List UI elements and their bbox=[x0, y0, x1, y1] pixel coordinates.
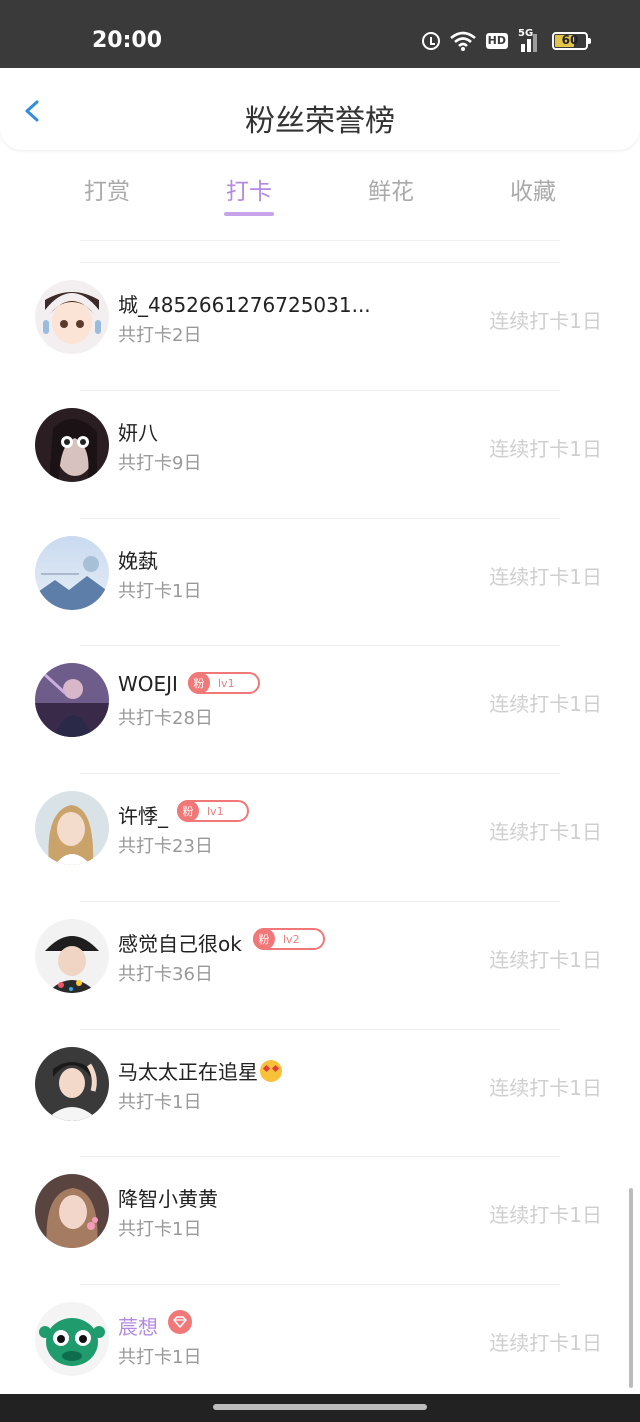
scrollbar[interactable] bbox=[629, 1188, 633, 1388]
streak-text: 连续打卡1日 bbox=[489, 692, 602, 716]
avatar[interactable] bbox=[35, 919, 109, 993]
avatar[interactable] bbox=[35, 1047, 109, 1121]
header: 粉丝荣誉榜 bbox=[0, 68, 640, 150]
avatar[interactable] bbox=[35, 536, 109, 610]
tab-bar: 打赏 打卡 鲜花 收藏 bbox=[0, 150, 640, 220]
streak-text: 连续打卡1日 bbox=[489, 309, 602, 333]
fan-level-badge: 粉 lv1 bbox=[188, 672, 260, 694]
page-title: 粉丝荣誉榜 bbox=[245, 104, 395, 139]
avatar[interactable] bbox=[35, 1302, 109, 1376]
fan-level-badge: 粉 lv1 bbox=[177, 800, 249, 822]
streak-text: 连续打卡1日 bbox=[489, 437, 602, 461]
wifi-icon bbox=[449, 31, 476, 51]
list-item[interactable]: 妍八 共打卡9日 连续打卡1日 bbox=[0, 391, 640, 519]
total-checkins: 共打卡23日 bbox=[118, 836, 213, 857]
hd-icon: HD bbox=[485, 33, 508, 49]
system-nav-bar bbox=[0, 1394, 640, 1422]
alarm-icon bbox=[421, 32, 440, 50]
user-name: 许悸_ bbox=[118, 804, 168, 828]
user-name: 感觉自己很ok bbox=[118, 932, 242, 956]
total-checkins: 共打卡2日 bbox=[118, 325, 202, 346]
active-tab-indicator bbox=[224, 212, 274, 216]
avatar[interactable] bbox=[35, 280, 109, 354]
streak-text: 连续打卡1日 bbox=[489, 820, 602, 844]
status-time: 20:00 bbox=[92, 28, 163, 53]
user-name: WOEJI bbox=[118, 672, 178, 696]
user-name: 妍八 bbox=[118, 421, 158, 445]
avatar[interactable] bbox=[35, 791, 109, 865]
streak-text: 连续打卡1日 bbox=[489, 1203, 602, 1227]
list-item[interactable]: WOEJI 粉 lv1 共打卡28日 连续打卡1日 bbox=[0, 646, 640, 774]
list-item[interactable]: 娩蓺 共打卡1日 连续打卡1日 bbox=[0, 519, 640, 647]
total-checkins: 共打卡1日 bbox=[118, 1347, 202, 1368]
fan-level-badge: 粉 lv2 bbox=[253, 928, 325, 950]
streak-text: 连续打卡1日 bbox=[489, 948, 602, 972]
total-checkins: 共打卡1日 bbox=[118, 581, 202, 602]
status-icons: HD 5G 60 bbox=[421, 28, 591, 52]
signal-icon: 5G bbox=[518, 28, 542, 52]
list-item[interactable]: 降智小黄黄 共打卡1日 连续打卡1日 bbox=[0, 1157, 640, 1285]
tab-checkin[interactable]: 打卡 bbox=[209, 172, 289, 206]
list-item[interactable]: 城_4852661276725031... 共打卡2日 连续打卡1日 bbox=[0, 263, 640, 391]
avatar[interactable] bbox=[35, 408, 109, 482]
user-name: 降智小黄黄 bbox=[118, 1187, 218, 1211]
diamond-icon bbox=[168, 1310, 192, 1334]
list-item[interactable]: 感觉自己很ok 粉 lv2 共打卡36日 连续打卡1日 bbox=[0, 902, 640, 1030]
user-name: 城_4852661276725031... bbox=[118, 293, 371, 317]
user-name: 马太太正在追星 bbox=[118, 1056, 282, 1085]
tab-favorites[interactable]: 收藏 bbox=[493, 172, 573, 206]
star-struck-emoji bbox=[260, 1060, 282, 1082]
list-item[interactable]: 许悸_ 粉 lv1 共打卡23日 连续打卡1日 bbox=[0, 774, 640, 902]
tab-reward[interactable]: 打赏 bbox=[67, 172, 147, 206]
avatar[interactable] bbox=[35, 663, 109, 737]
divider bbox=[80, 240, 560, 241]
avatar[interactable] bbox=[35, 1174, 109, 1248]
user-name: 娩蓺 bbox=[118, 549, 158, 573]
home-indicator[interactable] bbox=[213, 1404, 427, 1410]
streak-text: 连续打卡1日 bbox=[489, 1331, 602, 1355]
user-name: 莀想 bbox=[118, 1315, 158, 1339]
total-checkins: 共打卡1日 bbox=[118, 1219, 202, 1240]
battery-icon: 60 bbox=[552, 32, 591, 50]
streak-text: 连续打卡1日 bbox=[489, 1076, 602, 1100]
total-checkins: 共打卡36日 bbox=[118, 964, 213, 985]
total-checkins: 共打卡1日 bbox=[118, 1092, 202, 1113]
total-checkins: 共打卡28日 bbox=[118, 708, 213, 729]
total-checkins: 共打卡9日 bbox=[118, 453, 202, 474]
list-item[interactable]: 马太太正在追星 共打卡1日 连续打卡1日 bbox=[0, 1030, 640, 1158]
streak-text: 连续打卡1日 bbox=[489, 565, 602, 589]
status-bar: 20:00 HD 5G 60 bbox=[0, 0, 640, 68]
tab-flowers[interactable]: 鲜花 bbox=[351, 172, 431, 206]
